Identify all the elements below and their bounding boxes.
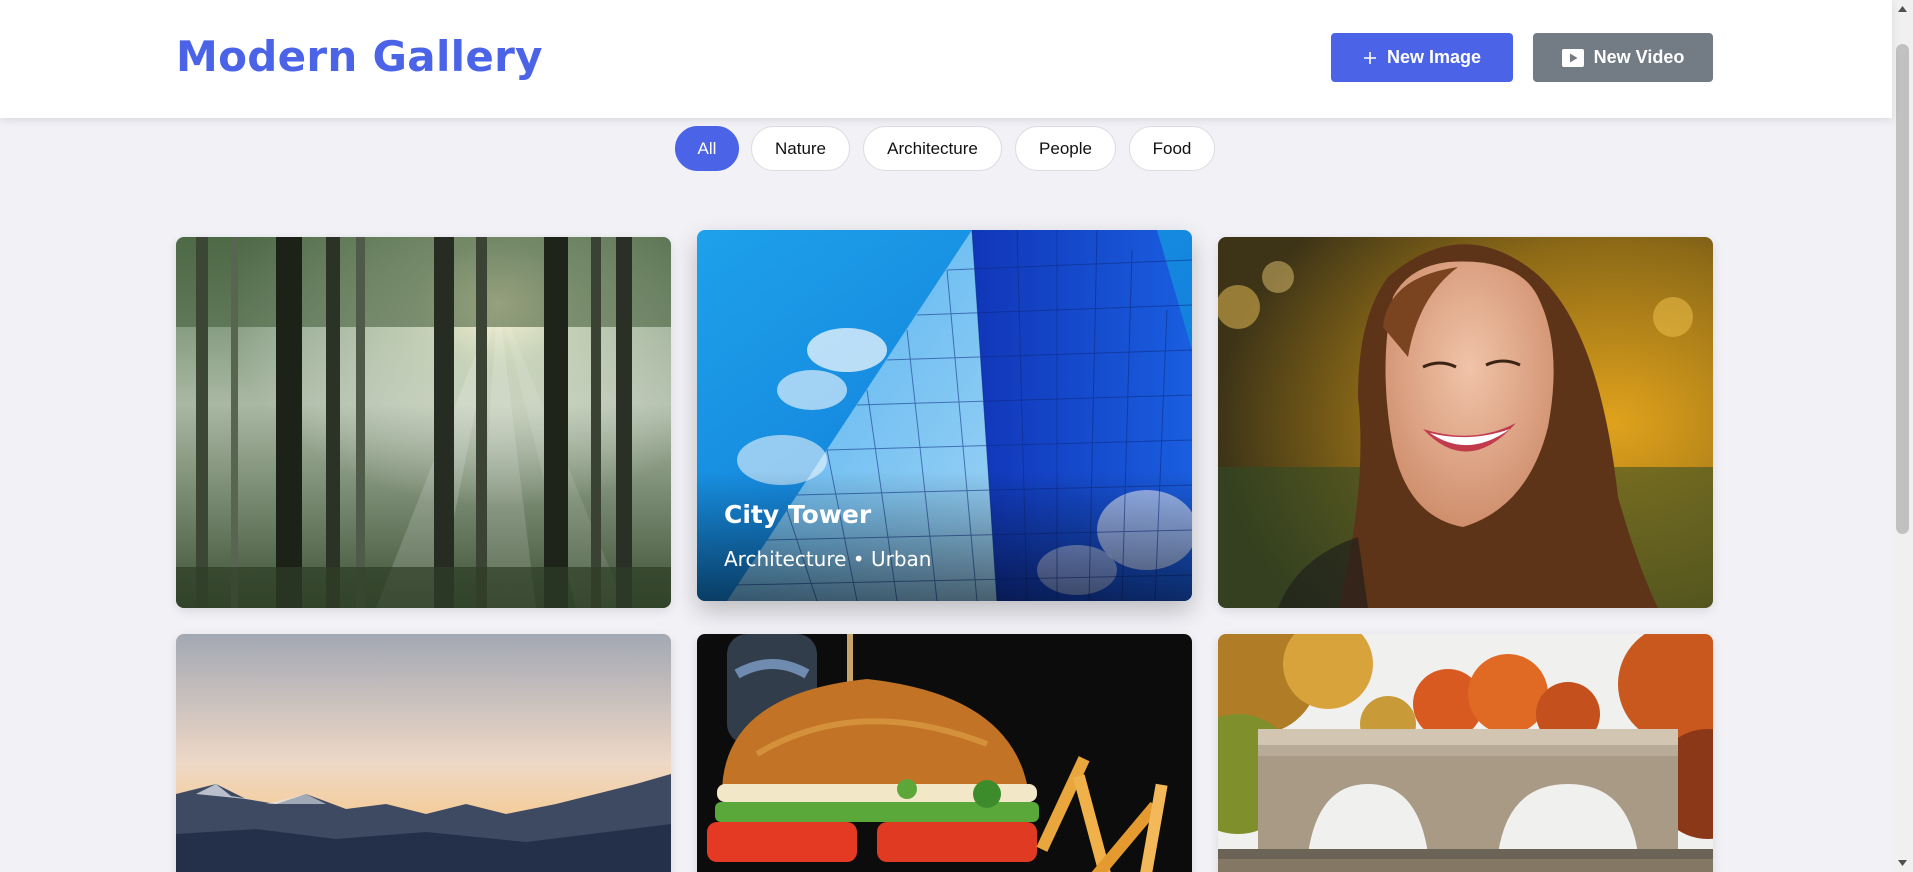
portrait-photo	[1218, 237, 1713, 608]
filter-food[interactable]: Food	[1129, 126, 1215, 171]
filter-all-label: All	[697, 138, 717, 158]
filter-people-label: People	[1039, 138, 1092, 158]
filter-nature-label: Nature	[774, 138, 827, 158]
filter-people[interactable]: People	[1015, 126, 1116, 171]
gallery-card[interactable]	[1218, 634, 1713, 872]
category-filters: All Nature Architecture People Food	[0, 126, 1892, 172]
scroll-up-arrow-icon[interactable]	[1896, 3, 1909, 15]
bridge-photo	[1218, 634, 1713, 872]
filter-architecture[interactable]: Architecture	[863, 126, 1002, 171]
mountain-photo	[176, 634, 671, 872]
filter-nature[interactable]: Nature	[751, 126, 850, 171]
filter-architecture-label: Architecture	[887, 138, 978, 158]
page: Modern Gallery New Image New Video All N…	[0, 0, 1913, 872]
caption-overlay	[697, 471, 1192, 601]
new-video-button[interactable]: New Video	[1533, 33, 1713, 82]
vertical-scrollbar[interactable]	[1892, 0, 1913, 872]
gallery-card-city-tower[interactable]: City Tower Architecture • Urban	[697, 230, 1192, 601]
new-video-label: New Video	[1593, 47, 1685, 67]
plus-icon	[1363, 51, 1377, 65]
scrollbar-thumb[interactable]	[1896, 44, 1909, 534]
filter-all[interactable]: All	[675, 126, 739, 171]
card-subtitle: Architecture • Urban	[724, 547, 932, 571]
burger-photo	[697, 634, 1192, 872]
forest-photo	[176, 237, 671, 608]
new-image-button[interactable]: New Image	[1331, 33, 1513, 82]
gallery-card[interactable]	[697, 634, 1192, 872]
gallery-card[interactable]	[176, 237, 671, 608]
scroll-down-arrow-icon[interactable]	[1896, 857, 1909, 869]
brand-title: Modern Gallery	[176, 32, 543, 81]
new-image-label: New Image	[1386, 47, 1482, 67]
video-play-icon	[1561, 48, 1584, 67]
top-header: Modern Gallery New Image New Video	[0, 0, 1892, 118]
card-title: City Tower	[724, 500, 872, 529]
gallery-card[interactable]	[1218, 237, 1713, 608]
filter-food-label: Food	[1152, 138, 1192, 158]
gallery-card[interactable]	[176, 634, 671, 872]
